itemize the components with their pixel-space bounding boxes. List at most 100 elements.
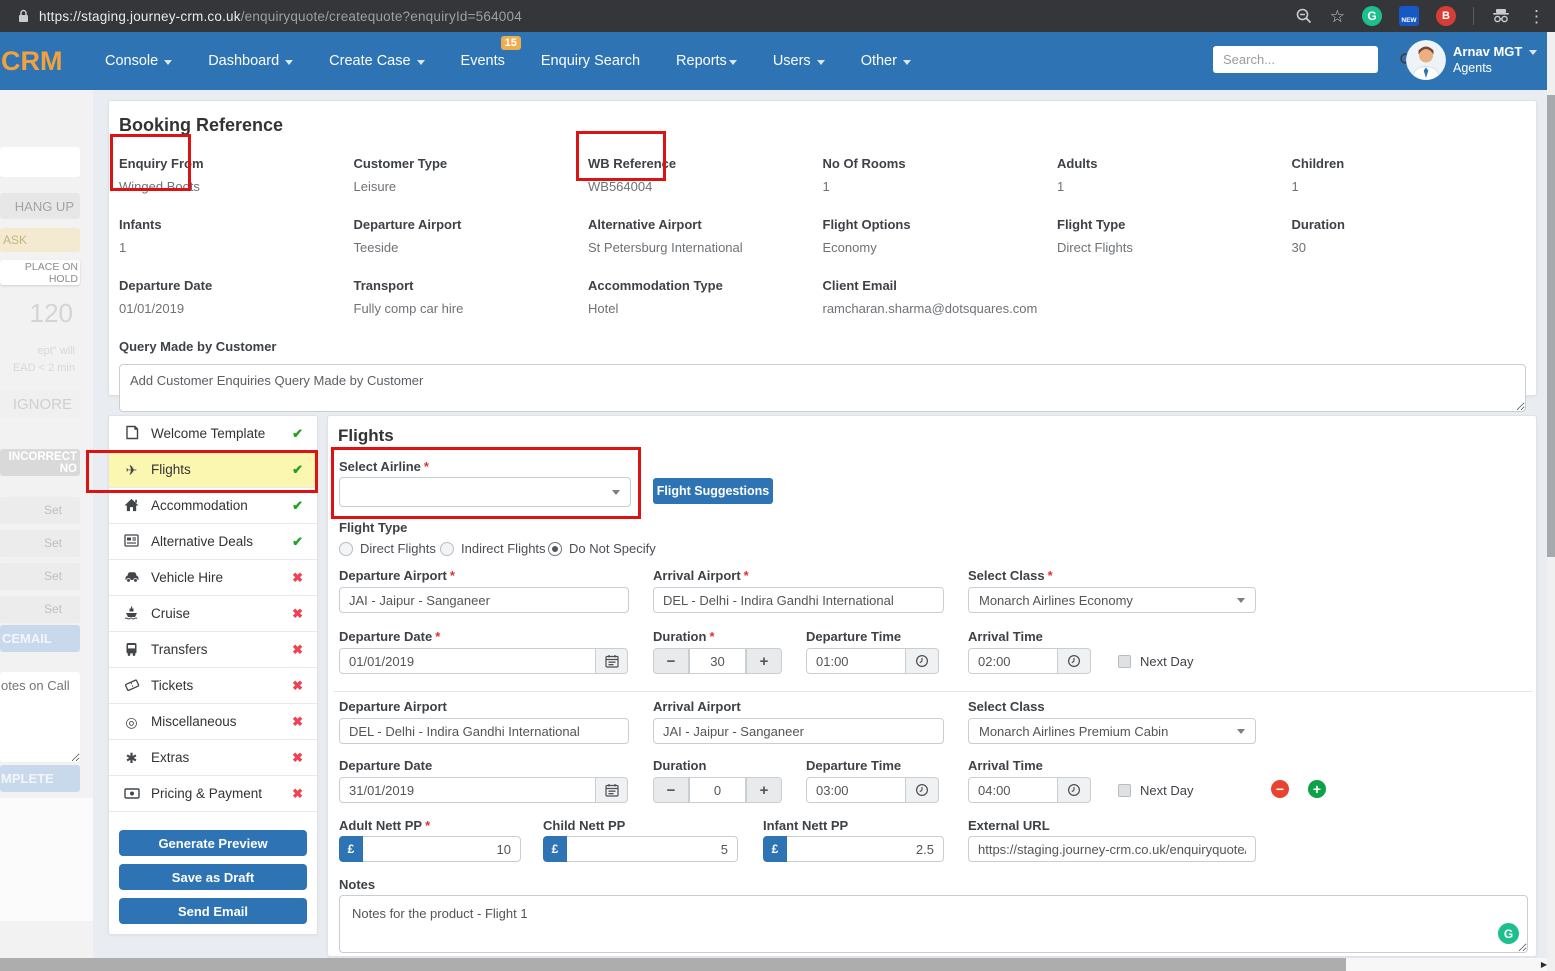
duration-increment-button[interactable]: + — [746, 777, 782, 803]
menu-item-tickets[interactable]: Tickets ✖ — [109, 668, 317, 704]
duration-decrement-button[interactable]: − — [653, 777, 689, 803]
url-text[interactable]: https://staging.journey-crm.co.uk/enquir… — [39, 9, 522, 24]
new-extension-icon[interactable]: NEW — [1399, 6, 1419, 26]
nav-item-reports[interactable]: Reports — [676, 53, 737, 69]
departure-time-input[interactable] — [806, 648, 906, 674]
browser-menu-icon[interactable]: ⋮ — [1528, 8, 1545, 25]
call-notes-textarea[interactable] — [0, 672, 80, 762]
clock-icon[interactable] — [1058, 648, 1091, 674]
nav-item-dashboard[interactable]: Dashboard — [208, 53, 293, 69]
clock-icon[interactable] — [906, 777, 939, 803]
nav-item-console[interactable]: Console — [105, 53, 172, 69]
flight-suggestions-button[interactable]: Flight Suggestions — [653, 478, 773, 504]
calendar-icon[interactable] — [596, 648, 628, 674]
menu-item-extras[interactable]: ✱ Extras ✖ — [109, 740, 317, 776]
next-day-option[interactable]: Next Day — [1118, 654, 1193, 669]
next-day-option[interactable]: Next Day — [1118, 783, 1193, 798]
next-day-checkbox[interactable] — [1118, 655, 1131, 668]
menu-item-pricing-payment[interactable]: Pricing & Payment ✖ — [109, 776, 317, 812]
place-on-hold-button[interactable]: PLACE ON HOLD — [0, 260, 80, 285]
vertical-scrollbar-thumb[interactable] — [1547, 95, 1555, 557]
departure-date-input[interactable] — [339, 648, 596, 674]
crm-logo[interactable]: CRM — [1, 46, 63, 77]
flight-type-option-direct[interactable]: Direct Flights — [339, 541, 436, 556]
menu-item-accommodation[interactable]: Accommodation ✔ — [109, 488, 317, 524]
duration-increment-button[interactable]: + — [746, 648, 782, 674]
radio-icon[interactable] — [440, 542, 454, 556]
query-made-by-customer-textarea[interactable] — [119, 364, 1526, 412]
menu-item-vehicle-hire[interactable]: Vehicle Hire ✖ — [109, 560, 317, 596]
voicemail-button[interactable]: CEMAIL — [0, 625, 80, 652]
nav-item-create-case[interactable]: Create Case — [329, 53, 424, 69]
grammarly-extension-icon[interactable]: G — [1362, 6, 1382, 26]
search-input[interactable] — [1213, 52, 1399, 67]
calendar-icon[interactable] — [596, 777, 628, 803]
generate-preview-button[interactable]: Generate Preview — [119, 830, 307, 856]
next-day-checkbox[interactable] — [1118, 784, 1131, 797]
nav-item-enquiry-search[interactable]: Enquiry Search — [541, 53, 640, 69]
duration-input[interactable] — [689, 648, 746, 674]
radio-icon[interactable] — [339, 542, 353, 556]
set-outcome-dropdown[interactable]: Set Outcome — [0, 497, 80, 524]
child-nett-input[interactable] — [567, 836, 738, 862]
duration-label: Duration — [653, 758, 706, 773]
set-outcome-dropdown[interactable]: Set Outcome — [0, 596, 80, 623]
task-button[interactable]: ASK — [0, 228, 80, 252]
select-airline-dropdown[interactable] — [339, 477, 631, 507]
infant-nett-input[interactable] — [787, 836, 944, 862]
external-url-input[interactable] — [968, 836, 1256, 862]
red-extension-icon[interactable]: B — [1436, 6, 1456, 26]
arrival-airport-input[interactable] — [653, 587, 944, 613]
departure-airport-input[interactable] — [339, 587, 629, 613]
nav-item-events[interactable]: Events15 — [461, 53, 505, 69]
complete-button[interactable]: MPLETE — [0, 765, 80, 792]
profile-incognito-icon[interactable] — [1491, 9, 1511, 23]
ignore-button[interactable]: IGNORE — [0, 390, 80, 418]
arrival-airport-input[interactable] — [653, 718, 944, 744]
add-leg-button[interactable]: + — [1308, 780, 1326, 798]
nav-item-other[interactable]: Other — [861, 53, 911, 69]
departure-date-label: Departure Date* — [339, 629, 440, 644]
user-avatar[interactable] — [1406, 40, 1446, 80]
adult-nett-input[interactable] — [363, 836, 521, 862]
clock-icon[interactable] — [1058, 777, 1091, 803]
bookmark-star-icon[interactable]: ☆ — [1330, 8, 1345, 25]
user-menu[interactable]: Arnav MGT Agents — [1453, 44, 1537, 75]
select-class-dropdown[interactable]: Monarch Airlines Economy — [968, 587, 1256, 613]
zoom-out-icon[interactable] — [1295, 7, 1313, 25]
save-as-draft-button[interactable]: Save as Draft — [119, 864, 307, 890]
menu-item-cruise[interactable]: Cruise ✖ — [109, 596, 317, 632]
menu-item-flights[interactable]: ✈ Flights ✔ — [109, 452, 317, 488]
set-outcome-dropdown[interactable]: Set Outcome — [0, 563, 80, 590]
pound-currency-icon: £ — [763, 836, 787, 862]
duration-label: Duration* — [653, 629, 715, 644]
duration-input[interactable] — [689, 777, 746, 803]
booking-field-alternative-airport: Alternative AirportSt Petersburg Interna… — [588, 217, 823, 255]
horizontal-scrollbar-thumb[interactable] — [0, 958, 1346, 971]
select-class-dropdown[interactable]: Monarch Airlines Premium Cabin — [968, 718, 1256, 744]
menu-item-miscellaneous[interactable]: ◎ Miscellaneous ✖ — [109, 704, 317, 740]
grammarly-icon[interactable]: G — [1498, 923, 1519, 944]
arrival-time-input[interactable] — [968, 777, 1058, 803]
nav-item-users[interactable]: Users — [773, 53, 825, 69]
flight-type-option-indirect[interactable]: Indirect Flights — [440, 541, 546, 556]
menu-item-transfers[interactable]: Transfers ✖ — [109, 632, 317, 668]
flight-notes-textarea[interactable]: Notes for the product - Flight 1 — [339, 895, 1528, 953]
set-outcome-dropdown[interactable]: Set Outcome — [0, 530, 80, 557]
duration-decrement-button[interactable]: − — [653, 648, 689, 674]
flight-type-option-do-not-specify[interactable]: Do Not Specify — [548, 541, 656, 556]
menu-item-alternative-deals[interactable]: Alternative Deals ✔ — [109, 524, 317, 560]
departure-airport-input[interactable] — [339, 718, 629, 744]
departure-date-input[interactable] — [339, 777, 596, 803]
remove-leg-button[interactable]: − — [1271, 780, 1289, 798]
clock-icon[interactable] — [906, 648, 939, 674]
incorrect-no-button[interactable]: INCORRECT NO — [0, 449, 80, 476]
menu-item-welcome-template[interactable]: Welcome Template ✔ — [109, 416, 317, 452]
booking-field-adults: Adults1 — [1057, 156, 1292, 194]
send-email-button[interactable]: Send Email — [119, 898, 307, 924]
departure-time-input[interactable] — [806, 777, 906, 803]
radio-selected-icon[interactable] — [548, 542, 562, 556]
arrival-time-input[interactable] — [968, 648, 1058, 674]
hang-up-button[interactable]: HANG UP — [0, 193, 80, 219]
call-panel-input[interactable] — [0, 147, 80, 177]
